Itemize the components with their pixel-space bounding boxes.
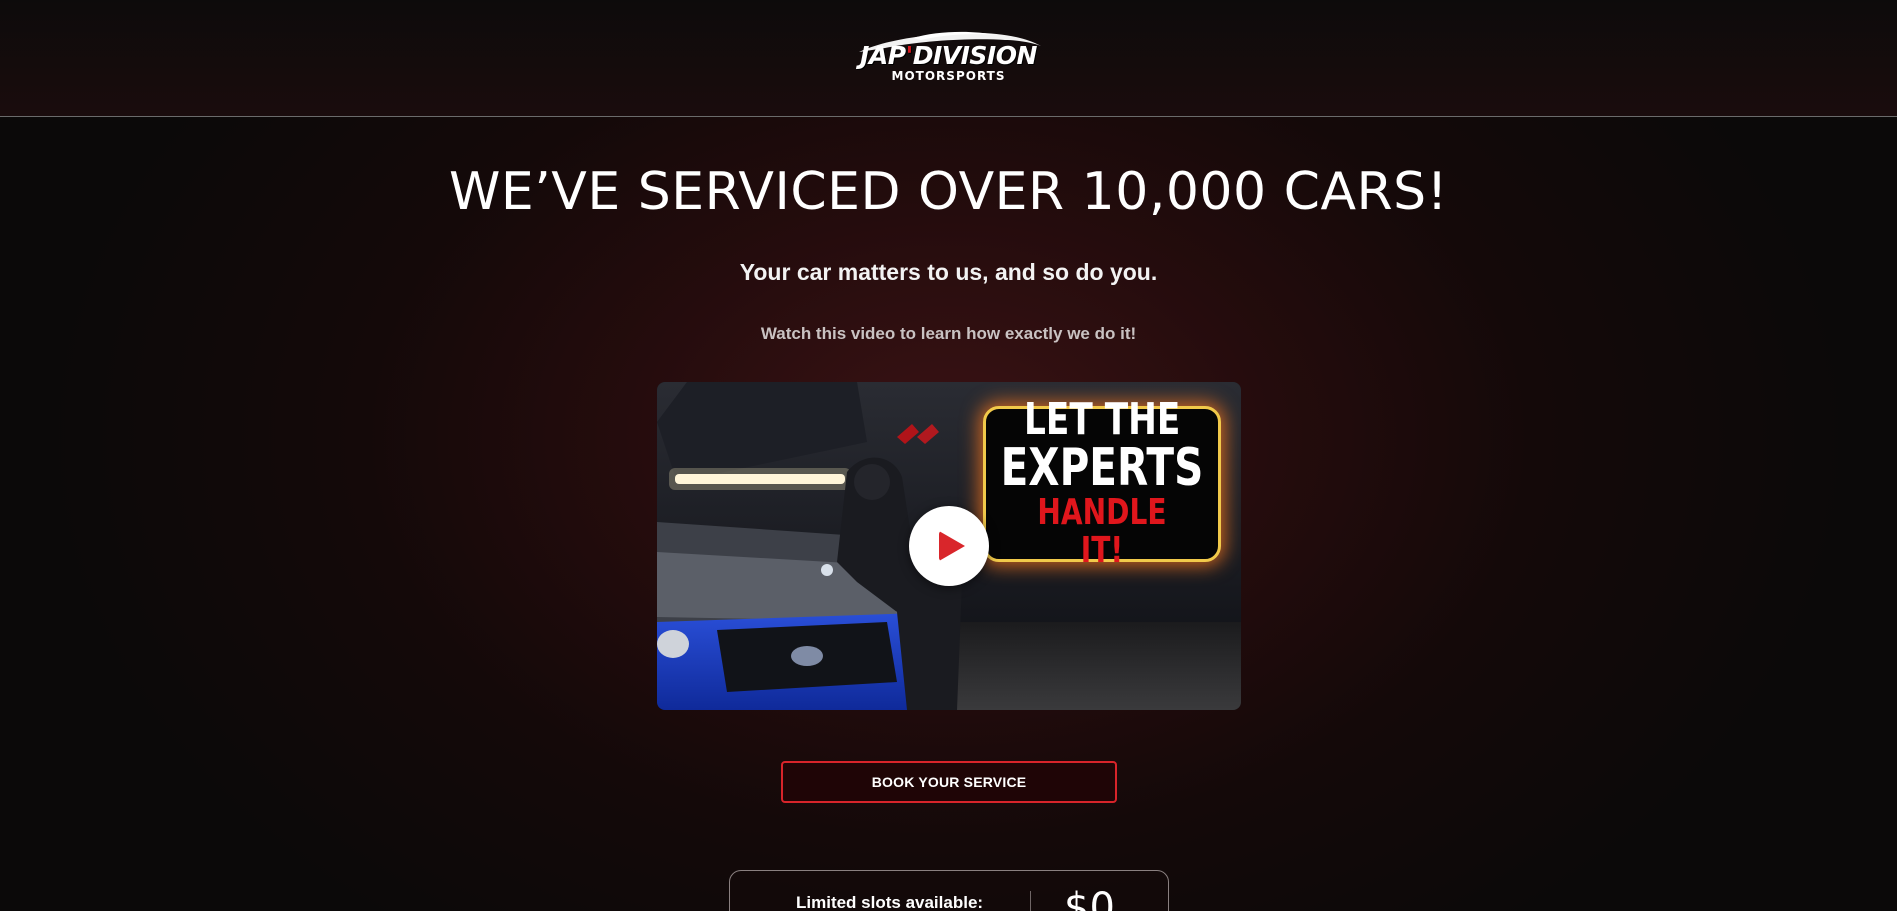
play-icon (939, 531, 965, 561)
thumbnail-text-line1: LET THE (1023, 394, 1181, 445)
video-instruction: Watch this video to learn how exactly we… (760, 324, 1137, 343)
logo-tagline: MOTORSPORTS (891, 69, 1006, 83)
brand-logo[interactable]: JAP'DIVISION MOTORSPORTS (849, 26, 1049, 90)
thumbnail-text-line3: HANDLE IT! (1037, 492, 1167, 571)
offer-divider (1030, 891, 1031, 911)
landing-page: JAP'DIVISION MOTORSPORTS WE’VE SERVICED … (0, 0, 1897, 911)
offer-price: $0 (1064, 885, 1115, 911)
video-thumbnail-title: LET THE EXPERTS HANDLE IT! (983, 398, 1221, 570)
thumbnail-text-line2: EXPERTS (1000, 438, 1204, 498)
car-silhouette-icon (858, 31, 1041, 52)
play-button[interactable] (909, 506, 989, 586)
hero-headline: WE’VE SERVICED OVER 10,000 CARS! (449, 162, 1448, 222)
book-service-button[interactable]: BOOK YOUR SERVICE (781, 761, 1117, 803)
hero-subheadline: Your car matters to us, and so do you. (739, 259, 1158, 285)
offer-label: Limited slots available: (796, 893, 984, 911)
promo-video[interactable]: LET THE EXPERTS HANDLE IT! (657, 382, 1241, 710)
limited-offer-card: Limited slots available: $0 (729, 870, 1169, 911)
site-header: JAP'DIVISION MOTORSPORTS (0, 0, 1897, 117)
